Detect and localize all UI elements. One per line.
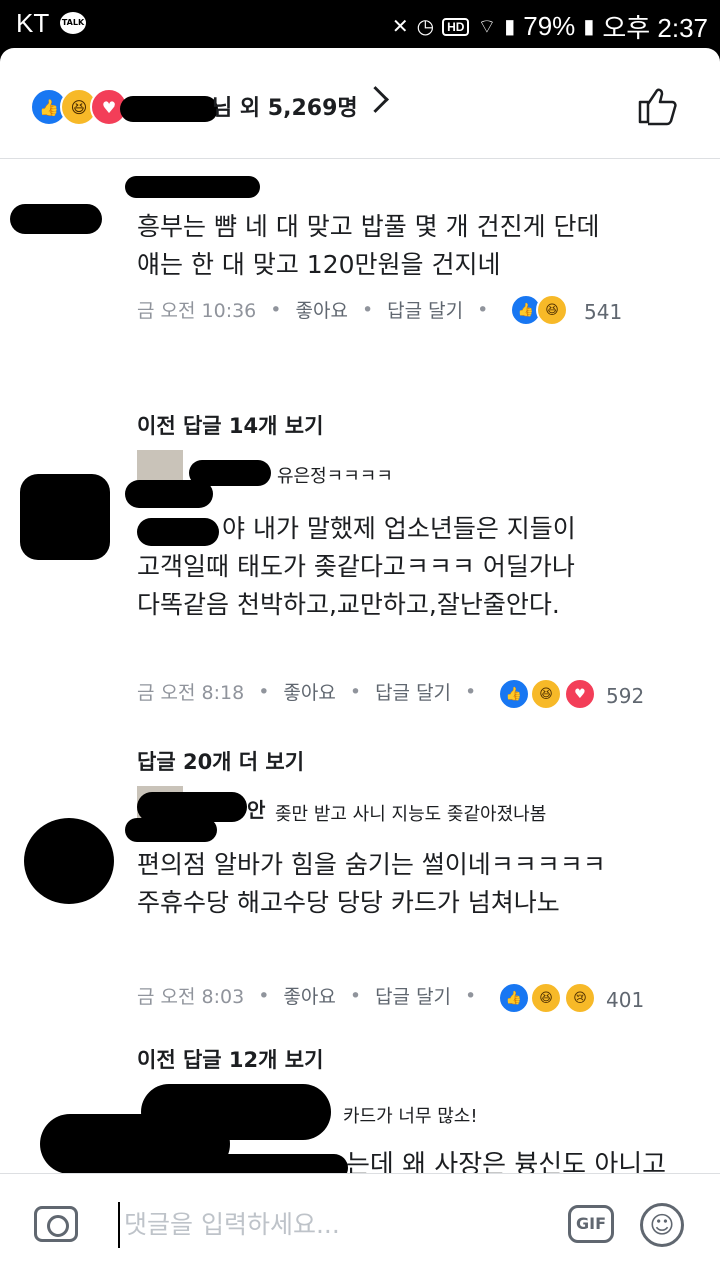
reaction-count: 592	[606, 684, 645, 708]
hd-icon: HD	[442, 17, 470, 36]
view-previous-replies[interactable]: 이전 답글 14개 보기	[137, 410, 323, 440]
haha-reaction-icon: 😆	[530, 982, 562, 1014]
comment-reactions[interactable]: 👍 😆 😢 401	[498, 982, 648, 1018]
comments-sheet: 👍 😆 ♥ 님 외 5,269명 흥부는 뺨 네 대 맞고 밥풀 몇 개 건진게…	[0, 48, 720, 1280]
comment-time: 금 오전 8:03	[137, 986, 245, 1008]
haha-reaction-icon: 😆	[530, 678, 562, 710]
comment-meta: 금 오전 8:18 • 좋아요 • 답글 달기 •	[137, 678, 490, 705]
reply-text: 좆만 받고 사니 지능도 좆같아졌나봄	[275, 804, 547, 825]
reactions-summary[interactable]: 👍 😆 ♥ 님 외 5,269명	[0, 48, 720, 159]
gif-button[interactable]: GIF	[568, 1205, 614, 1243]
like-outline-icon[interactable]	[636, 84, 678, 126]
redacted-avatar	[24, 818, 114, 904]
battery-percent: 79%	[523, 11, 576, 41]
like-reaction-icon: 👍	[498, 678, 530, 710]
view-previous-replies[interactable]: 이전 답글 12개 보기	[137, 1044, 323, 1074]
reply-text: 카드가 너무 많소!	[343, 1106, 478, 1127]
alarm-icon: ◷	[416, 16, 435, 38]
redacted-author	[125, 480, 213, 508]
camera-icon[interactable]	[34, 1206, 78, 1242]
comment-meta: 금 오전 8:03 • 좋아요 • 답글 달기 •	[137, 982, 490, 1009]
comment-time: 금 오전 10:36	[137, 300, 257, 322]
redacted-author	[125, 176, 260, 198]
reaction-count: 541	[584, 300, 623, 324]
kakaotalk-icon: TALK	[60, 12, 86, 34]
comment-time: 금 오전 8:18	[137, 682, 245, 704]
like-link[interactable]: 좋아요	[283, 982, 335, 1009]
like-reaction-icon: 👍	[498, 982, 530, 1014]
reply-link[interactable]: 답글 달기	[387, 296, 463, 323]
reactors-count: 님 외 5,269명	[120, 90, 358, 122]
signal-icon: ▮	[504, 16, 516, 38]
comment-text: 고객일때 태도가 좆같다고ㅋㅋㅋ 어딜가나 다똑같음 천박하고,교만하고,잘난줄…	[137, 552, 575, 619]
comment-text-lead: 야 내가 말했제 업소년들은 지들이	[222, 514, 576, 543]
comment-composer: 댓글을 입력하세요... GIF ☺	[0, 1173, 720, 1280]
sad-reaction-icon: 😢	[564, 982, 596, 1014]
like-link[interactable]: 좋아요	[296, 296, 348, 323]
view-more-replies[interactable]: 답글 20개 더 보기	[137, 746, 304, 776]
haha-reaction-icon: 😆	[536, 294, 568, 326]
battery-icon: ▮	[583, 16, 595, 38]
reaction-count: 401	[606, 988, 645, 1012]
chevron-right-icon[interactable]	[362, 86, 389, 113]
comment-reactions[interactable]: 👍 😆 541	[510, 294, 630, 330]
clock: 오후 2:37	[602, 13, 708, 43]
comment-input[interactable]: 댓글을 입력하세요...	[118, 1202, 544, 1248]
reply-text: 유은정ㅋㅋㅋㅋ	[277, 466, 393, 487]
reply-author-tail: 안	[247, 798, 266, 822]
like-link[interactable]: 좋아요	[283, 678, 335, 705]
comment-text: 흥부는 뺨 네 대 맞고 밥풀 몇 개 건진게 단데 얘는 한 대 맞고 120…	[137, 212, 600, 279]
redacted-author	[125, 818, 217, 842]
comment-reactions[interactable]: 👍 😆 ♥ 592	[498, 678, 648, 714]
reply-link[interactable]: 답글 달기	[375, 982, 451, 1009]
redacted-avatar	[20, 474, 110, 560]
comment-meta: 금 오전 10:36 • 좋아요 • 답글 달기 •	[137, 296, 502, 323]
redacted-name	[120, 96, 218, 122]
status-icons: ✕ ◷ HD ⌔ ▮ 79% ▮ 오후 2:37	[392, 8, 708, 45]
status-bar: KT TALK ✕ ◷ HD ⌔ ▮ 79% ▮ 오후 2:37	[0, 0, 720, 48]
sticker-icon[interactable]: ☺	[640, 1203, 684, 1247]
mute-icon: ✕	[391, 16, 409, 38]
carrier-label: KT	[16, 8, 50, 38]
reply-link[interactable]: 답글 달기	[375, 678, 451, 705]
love-reaction-icon: ♥	[564, 678, 596, 710]
wifi-icon: ⌔	[477, 16, 497, 38]
comment-text: 편의점 알바가 힘을 숨기는 썰이네ㅋㅋㅋㅋㅋ 주휴수당 해고수당 당당 카드가…	[137, 850, 606, 917]
redacted-name	[137, 518, 219, 546]
redacted-avatar	[10, 204, 102, 234]
